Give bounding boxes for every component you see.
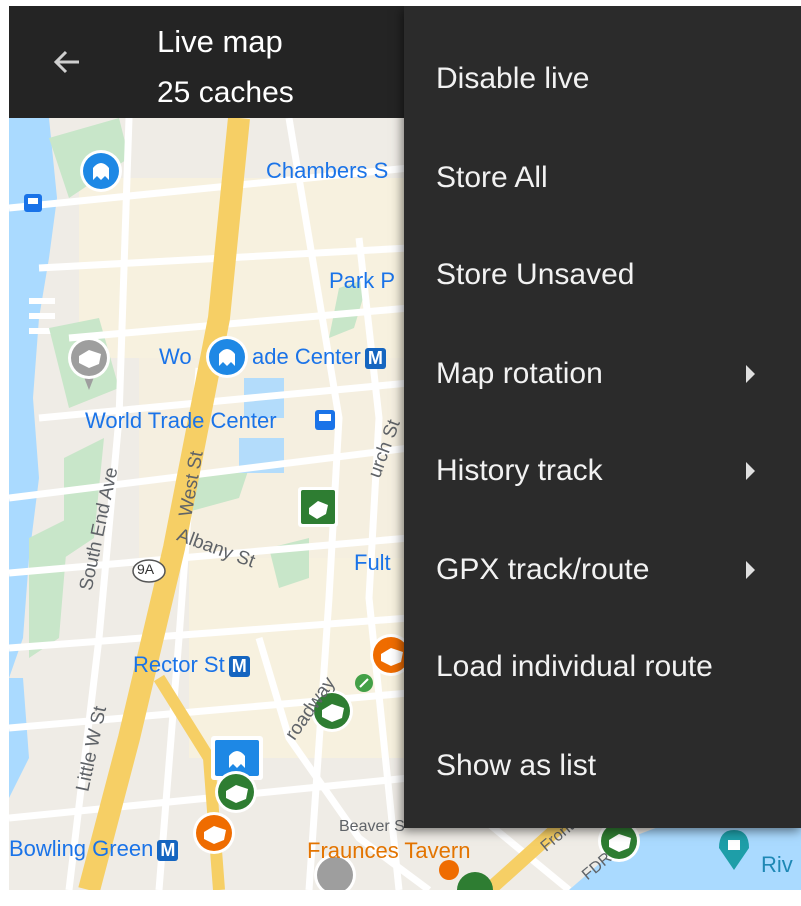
map-label: Fult: [354, 550, 391, 575]
arrow-left-icon: [53, 50, 79, 74]
menu-item-label: History track: [436, 454, 603, 487]
map-label: Riv: [761, 852, 793, 877]
menu-item-disable-live[interactable]: Disable live: [404, 31, 801, 127]
submenu-arrow-icon: [746, 462, 755, 480]
back-button[interactable]: [49, 44, 85, 80]
menu-item-label: Store Unsaved: [436, 258, 635, 291]
cache-marker-blue-ghost[interactable]: [206, 336, 248, 378]
route-9a-label: 9A: [137, 561, 155, 577]
menu-item-gpx-track-route[interactable]: GPX track/route: [404, 522, 801, 618]
submenu-arrow-icon: [746, 561, 755, 579]
menu-item-label: Store All: [436, 161, 548, 194]
cache-marker-orange[interactable]: [193, 812, 235, 854]
menu-item-label: Map rotation: [436, 357, 603, 390]
overflow-menu: Disable live Store All Store Unsaved Map…: [404, 6, 801, 828]
app-screen: Chambers S Park P Wo ade Center M World T…: [9, 6, 801, 890]
map-label: Park P: [329, 268, 396, 293]
cache-count: 25 caches: [157, 76, 294, 109]
cache-marker-blue-ghost[interactable]: [80, 150, 122, 192]
cache-marker-green[interactable]: [298, 487, 338, 527]
menu-item-label: Load individual route: [436, 650, 713, 683]
menu-item-history-track[interactable]: History track: [404, 423, 801, 519]
map-label: Chambers S: [266, 158, 389, 183]
map-label: ade Center M: [252, 344, 386, 370]
menu-item-store-unsaved[interactable]: Store Unsaved: [404, 227, 801, 323]
map-label: Beaver S: [339, 818, 405, 835]
menu-item-load-individual-route[interactable]: Load individual route: [404, 619, 801, 715]
menu-item-store-all[interactable]: Store All: [404, 130, 801, 226]
train-icon: [315, 410, 335, 430]
map-label: Rector St M: [133, 652, 250, 678]
pencil-icon: [355, 674, 373, 692]
menu-item-label: GPX track/route: [436, 553, 650, 586]
submenu-arrow-icon: [746, 365, 755, 383]
map-label: Bowling Green M: [9, 836, 179, 862]
menu-item-map-rotation[interactable]: Map rotation: [404, 326, 801, 422]
map-label-world-trade-center: World Trade Center: [85, 408, 277, 433]
cache-marker-green[interactable]: [215, 771, 257, 813]
map-label: Fraunces Tavern: [307, 838, 471, 863]
menu-item-show-as-list[interactable]: Show as list: [404, 718, 801, 814]
train-icon: [24, 194, 42, 212]
page-title: Live map: [157, 24, 283, 59]
map-label: Wo: [159, 344, 192, 369]
menu-item-label: Show as list: [436, 749, 597, 782]
menu-item-label: Disable live: [436, 62, 590, 95]
